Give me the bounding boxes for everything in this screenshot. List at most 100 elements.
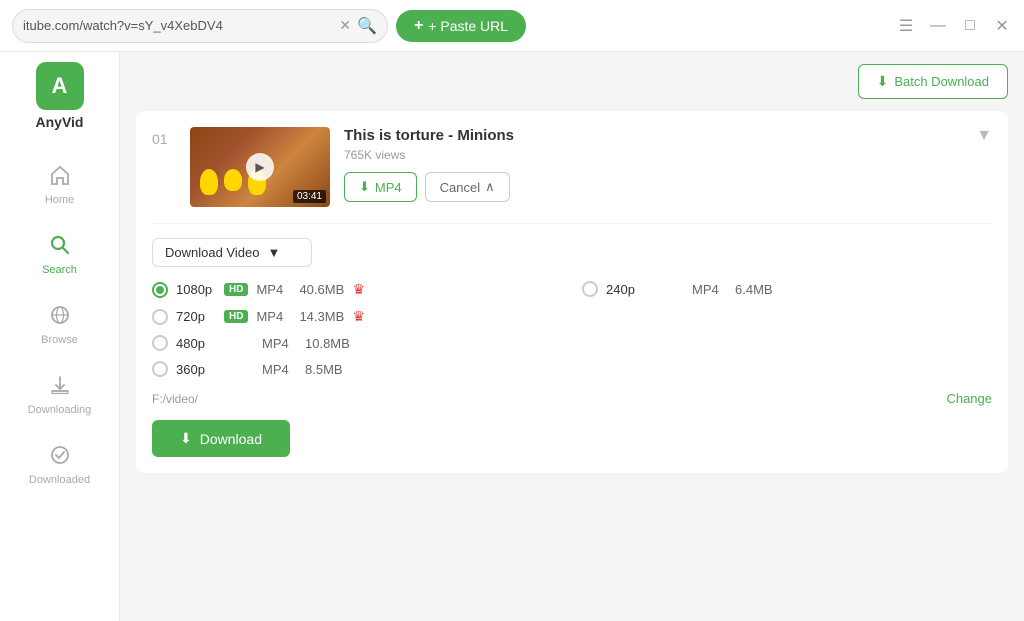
url-bar: itube.com/watch?v=sY_v4XebDV4 ✕ 🔍 — [12, 9, 388, 43]
download-btn-icon: ⬇ — [180, 430, 192, 447]
radio-360p[interactable] — [152, 361, 168, 377]
quality-size-240p: 6.4MB — [735, 282, 780, 297]
quality-col-right: 240p MP4 6.4MB — [582, 281, 992, 377]
sidebar: A AnyVid Home Search — [0, 52, 120, 621]
card-collapse-icon[interactable]: ▼ — [976, 127, 992, 145]
crown-icon-1080p: ♛ — [352, 281, 365, 298]
sidebar-item-browse-label: Browse — [41, 334, 78, 346]
main-layout: A AnyVid Home Search — [0, 52, 1024, 621]
quality-size-480p: 10.8MB — [305, 336, 350, 351]
logo-letter: A — [52, 73, 68, 99]
download-btn-label: Download — [200, 431, 262, 447]
quality-label-480p: 480p — [176, 336, 216, 351]
minimize-button[interactable]: — — [928, 17, 948, 35]
plus-icon: + — [414, 17, 423, 35]
quality-size-1080p: 40.6MB — [299, 282, 344, 297]
radio-1080p[interactable] — [152, 282, 168, 298]
search-icon — [49, 234, 71, 260]
sidebar-item-search-label: Search — [42, 264, 77, 276]
close-button[interactable]: ✕ — [992, 16, 1012, 36]
chevron-up-icon: ∧ — [485, 179, 495, 195]
content-header: ⬇ Batch Download — [120, 52, 1024, 111]
sidebar-item-downloaded[interactable]: Downloaded — [0, 430, 119, 500]
video-header: 01 ▶ 03:41 This is torture - Minions 765… — [152, 127, 992, 207]
app-name: AnyVid — [36, 114, 84, 130]
video-actions: ⬇ MP4 Cancel ∧ — [344, 172, 962, 202]
quality-label-720p: 720p — [176, 309, 216, 324]
file-path-text: F:/video/ — [152, 392, 198, 406]
sidebar-item-downloading[interactable]: Downloading — [0, 360, 119, 430]
radio-240p[interactable] — [582, 281, 598, 297]
downloaded-icon — [49, 444, 71, 470]
sidebar-item-downloaded-label: Downloaded — [29, 474, 90, 486]
home-icon — [49, 164, 71, 190]
title-bar: itube.com/watch?v=sY_v4XebDV4 ✕ 🔍 + + Pa… — [0, 0, 1024, 52]
cancel-button[interactable]: Cancel ∧ — [425, 172, 510, 202]
downloading-icon — [49, 374, 71, 400]
maximize-button[interactable]: □ — [960, 17, 980, 35]
quality-row-720p[interactable]: 720p HD MP4 14.3MB ♛ — [152, 308, 562, 325]
quality-format-480p: MP4 — [262, 336, 297, 351]
menu-button[interactable]: ☰ — [896, 16, 916, 36]
browse-icon — [49, 304, 71, 330]
url-clear-icon[interactable]: ✕ — [339, 17, 351, 34]
batch-download-button[interactable]: ⬇ Batch Download — [858, 64, 1008, 99]
mp4-label: MP4 — [375, 180, 402, 195]
download-type-dropdown[interactable]: Download Video ▼ — [152, 238, 312, 267]
dropdown-row: Download Video ▼ — [152, 238, 992, 267]
minion-2 — [224, 169, 242, 191]
sidebar-item-home-label: Home — [45, 194, 74, 206]
quality-format-360p: MP4 — [262, 362, 297, 377]
sidebar-item-downloading-label: Downloading — [28, 404, 92, 416]
logo-area: A AnyVid — [36, 62, 84, 130]
sidebar-item-browse[interactable]: Browse — [0, 290, 119, 360]
crown-icon-720p: ♛ — [352, 308, 365, 325]
window-controls: ☰ — □ ✕ — [896, 16, 1012, 36]
hd-badge-720p: HD — [224, 310, 248, 323]
quality-label-1080p: 1080p — [176, 282, 216, 297]
radio-480p[interactable] — [152, 335, 168, 351]
paste-url-button[interactable]: + + Paste URL — [396, 10, 526, 42]
url-search-icon[interactable]: 🔍 — [357, 16, 377, 36]
quality-format-1080p: MP4 — [256, 282, 291, 297]
sidebar-item-search[interactable]: Search — [0, 220, 119, 290]
sidebar-item-home[interactable]: Home — [0, 150, 119, 220]
nav-items: Home Search Browse — [0, 150, 119, 500]
dropdown-arrow-icon: ▼ — [267, 245, 280, 260]
quality-row-480p[interactable]: 480p MP4 10.8MB — [152, 335, 562, 351]
download-arrow-icon: ⬇ — [359, 179, 370, 195]
video-card: 01 ▶ 03:41 This is torture - Minions 765… — [136, 111, 1008, 473]
change-path-button[interactable]: Change — [946, 391, 992, 406]
video-title: This is torture - Minions — [344, 127, 962, 144]
batch-download-label: Batch Download — [894, 74, 989, 89]
quality-row-360p[interactable]: 360p MP4 8.5MB — [152, 361, 562, 377]
file-path-row: F:/video/ Change — [152, 391, 992, 406]
quality-row-240p[interactable]: 240p MP4 6.4MB — [582, 281, 992, 297]
video-thumbnail: ▶ 03:41 — [190, 127, 330, 207]
url-text: itube.com/watch?v=sY_v4XebDV4 — [23, 18, 333, 33]
video-info: This is torture - Minions 765K views ⬇ M… — [344, 127, 962, 202]
minion-1 — [200, 169, 218, 195]
quality-format-240p: MP4 — [692, 282, 727, 297]
download-button[interactable]: ⬇ Download — [152, 420, 290, 457]
batch-download-icon: ⬇ — [877, 73, 889, 90]
quality-label-360p: 360p — [176, 362, 216, 377]
dropdown-label: Download Video — [165, 245, 259, 260]
download-options: Download Video ▼ 1080p HD MP4 40.6MB ♛ — [152, 223, 992, 457]
paste-url-label: + Paste URL — [428, 18, 508, 34]
play-button[interactable]: ▶ — [246, 153, 274, 181]
video-number: 01 — [152, 127, 176, 147]
quality-size-360p: 8.5MB — [305, 362, 350, 377]
mp4-button[interactable]: ⬇ MP4 — [344, 172, 417, 202]
cancel-label: Cancel — [440, 180, 480, 195]
radio-720p[interactable] — [152, 309, 168, 325]
quality-col-left: 1080p HD MP4 40.6MB ♛ 720p HD MP4 14.3MB — [152, 281, 562, 377]
video-views: 765K views — [344, 148, 962, 162]
video-duration: 03:41 — [293, 190, 326, 203]
quality-row-1080p[interactable]: 1080p HD MP4 40.6MB ♛ — [152, 281, 562, 298]
quality-format-720p: MP4 — [256, 309, 291, 324]
quality-size-720p: 14.3MB — [299, 309, 344, 324]
quality-label-240p: 240p — [606, 282, 646, 297]
quality-grid: 1080p HD MP4 40.6MB ♛ 720p HD MP4 14.3MB — [152, 281, 992, 377]
app-logo: A — [36, 62, 84, 110]
